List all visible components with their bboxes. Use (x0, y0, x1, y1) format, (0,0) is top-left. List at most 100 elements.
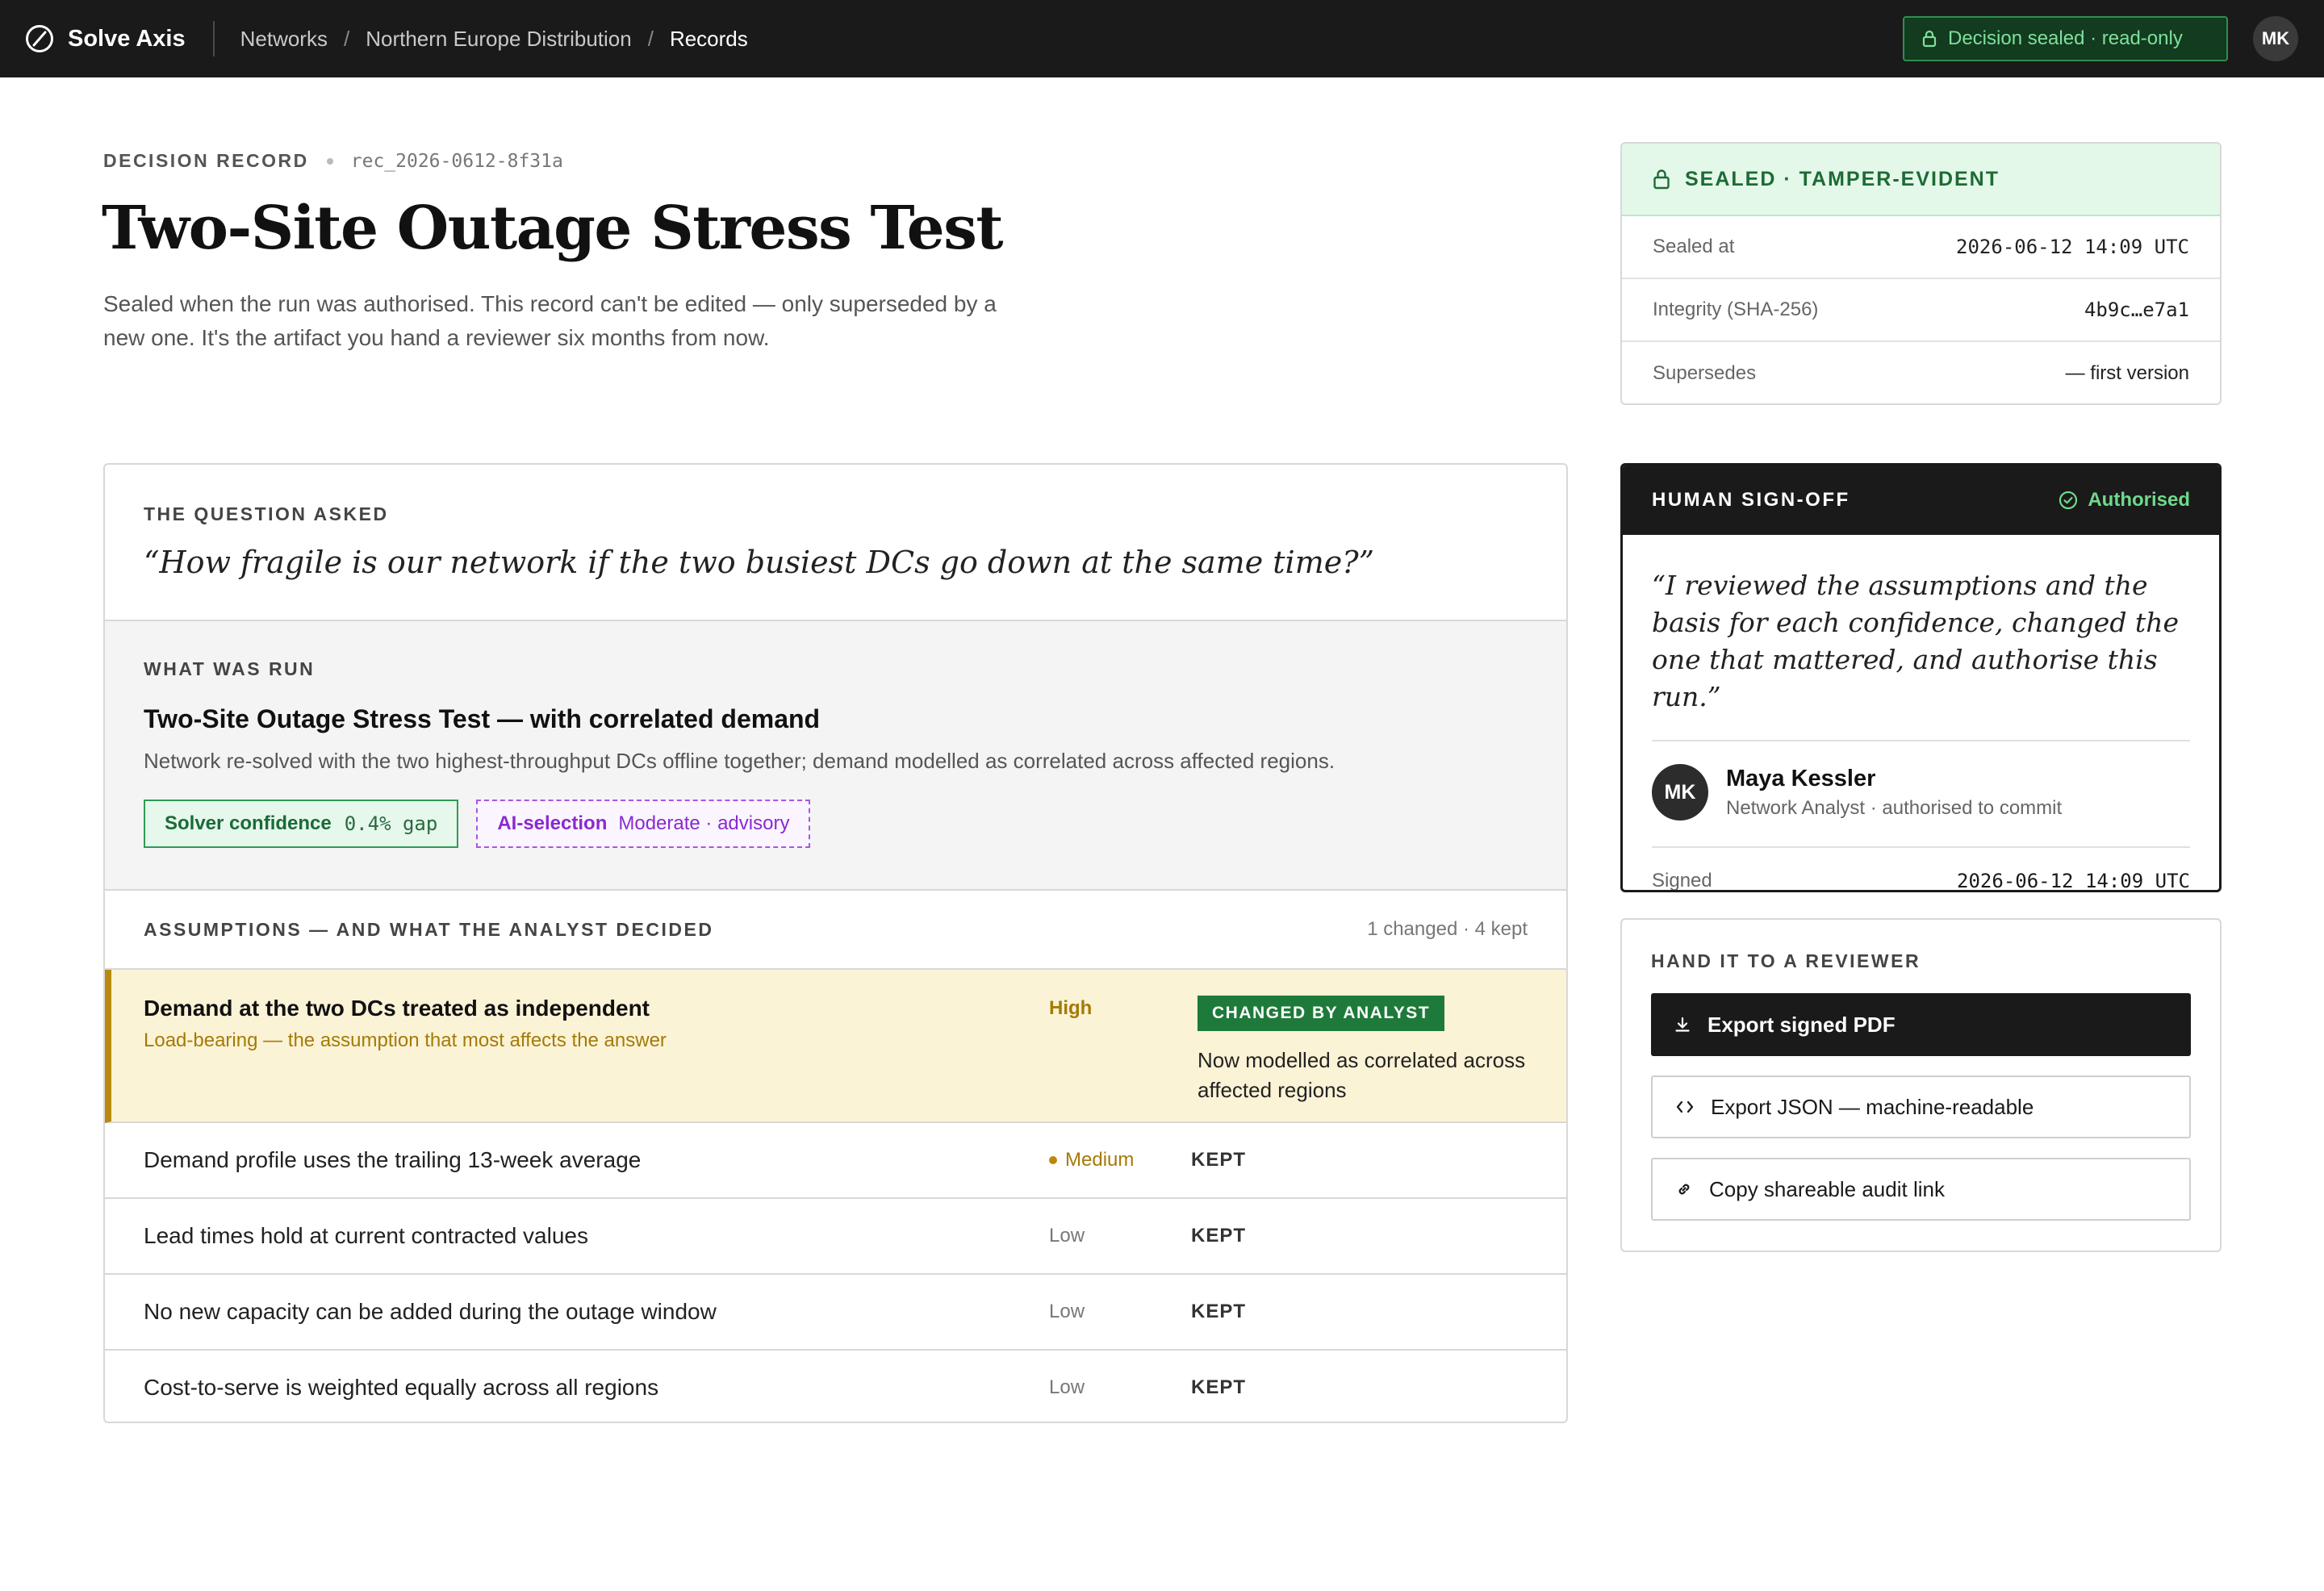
ai-selection-value: Moderate · advisory (618, 812, 790, 834)
signoff-label: HUMAN SIGN-OFF (1652, 489, 1850, 511)
assumption-row[interactable]: Cost-to-serve is weighted equally across… (105, 1351, 1566, 1422)
assumption-row-changed[interactable]: Demand at the two DCs treated as indepen… (105, 970, 1566, 1123)
copy-audit-link-label: Copy shareable audit link (1709, 1176, 1945, 1201)
assumption-subtitle: Load-bearing — the assumption that most … (144, 1029, 667, 1051)
signer-avatar: MK (1652, 764, 1708, 821)
seal-header-text: SEALED · TAMPER-EVIDENT (1685, 167, 2000, 190)
sealed-at-value: 2026-06-12 14:09 UTC (1956, 236, 2189, 258)
assumption-status: KEPT (1191, 1376, 1247, 1398)
eyebrow-dot (326, 157, 333, 165)
link-icon (1678, 1184, 1690, 1195)
sealed-at-row: Sealed at 2026-06-12 14:09 UTC (1622, 216, 2220, 279)
assumption-status: KEPT (1191, 1149, 1247, 1171)
supersedes-label: Supersedes (1653, 362, 1757, 384)
lock-icon (1922, 30, 1937, 48)
page-title: Two-Site Outage Stress Test (102, 194, 1004, 263)
assumption-status: KEPT (1191, 1225, 1247, 1246)
signer-role: Network Analyst · authorised to commit (1726, 796, 2063, 819)
sealed-at-label: Sealed at (1653, 236, 1735, 257)
export-pdf-label: Export signed PDF (1707, 1012, 1896, 1037)
solver-confidence-tag: Solver confidence 0.4% gap (144, 800, 459, 848)
run-section: WHAT WAS RUN Two-Site Outage Stress Test… (105, 621, 1566, 891)
top-bar: Solve Axis Networks / Northern Europe Di… (0, 0, 2324, 77)
user-avatar[interactable]: MK (2253, 16, 2298, 61)
export-json-label: Export JSON — machine-readable (1711, 1094, 2034, 1119)
signoff-quote: “I reviewed the assumptions and the basi… (1652, 567, 2190, 741)
record-type-label: DECISION RECORD (103, 150, 309, 171)
seal-card: SEALED · TAMPER-EVIDENT Sealed at 2026-0… (1620, 142, 2222, 405)
record-main-card: THE QUESTION ASKED “How fragile is our n… (103, 463, 1568, 1423)
brand[interactable]: Solve Axis (24, 23, 186, 54)
assumptions-label: ASSUMPTIONS — AND WHAT THE ANALYST DECID… (144, 918, 714, 940)
human-signoff-card: HUMAN SIGN-OFF Authorised “I reviewed th… (1620, 463, 2222, 892)
solve-axis-logo-icon (26, 25, 53, 52)
breadcrumb-separator: / (343, 26, 350, 51)
assumptions-count: 1 changed · 4 kept (1367, 918, 1528, 940)
integrity-row: Integrity (SHA-256) 4b9c…e7a1 (1622, 279, 2220, 342)
handoff-card: HAND IT TO A REVIEWER Export signed PDF … (1620, 918, 2222, 1252)
medium-dot-icon (1049, 1156, 1057, 1164)
assumption-status: KEPT (1191, 1301, 1247, 1322)
ai-selection-tag: AI-selection Moderate · advisory (476, 800, 811, 848)
copy-audit-link-button[interactable]: Copy shareable audit link (1651, 1158, 2191, 1221)
lock-icon (1653, 169, 1670, 190)
assumption-row[interactable]: No new capacity can be added during the … (105, 1275, 1566, 1351)
signed-row: Signed 2026-06-12 14:09 UTC (1652, 848, 2190, 892)
breadcrumb-network[interactable]: Northern Europe Distribution (366, 27, 632, 52)
export-json-button[interactable]: Export JSON — machine-readable (1651, 1075, 2191, 1138)
solver-confidence-value: 0.4% gap (344, 812, 438, 835)
run-title: Two-Site Outage Stress Test — with corre… (144, 704, 821, 733)
signed-label: Signed (1652, 870, 1712, 892)
assumption-text: Demand profile uses the trailing 13-week… (144, 1147, 642, 1172)
handoff-label: HAND IT TO A REVIEWER (1651, 950, 1921, 971)
ai-selection-label: AI-selection (497, 812, 608, 834)
supersedes-row: Supersedes — first version (1622, 342, 2220, 403)
code-icon (1676, 1100, 1694, 1113)
export-pdf-button[interactable]: Export signed PDF (1651, 993, 2191, 1056)
record-id: rec_2026-0612-8f31a (350, 150, 563, 172)
confidence-tags: Solver confidence 0.4% gap AI-selection … (144, 800, 1528, 848)
assumption-confidence: Low (1049, 1376, 1085, 1398)
assumption-text: Lead times hold at current contracted va… (144, 1223, 588, 1248)
assumption-confidence: Low (1049, 1301, 1085, 1322)
run-description: Network re-solved with the two highest-t… (144, 749, 1335, 773)
run-label: WHAT WAS RUN (144, 658, 316, 679)
signoff-header: HUMAN SIGN-OFF Authorised (1623, 466, 2219, 535)
signed-value: 2026-06-12 14:09 UTC (1957, 870, 2190, 892)
breadcrumb-networks[interactable]: Networks (240, 27, 328, 52)
assumptions-header: ASSUMPTIONS — AND WHAT THE ANALYST DECID… (105, 891, 1566, 970)
breadcrumb-separator: / (647, 26, 654, 51)
breadcrumb: Networks / Northern Europe Distribution … (240, 27, 748, 52)
authorised-badge: Authorised (2059, 489, 2190, 512)
assumption-change-note: Now modelled as correlated across affect… (1198, 1048, 1526, 1102)
assumption-title: Demand at the two DCs treated as indepen… (144, 996, 650, 1021)
page-description: Sealed when the run was authorised. This… (103, 291, 997, 350)
sealed-status-badge: Decision sealed · read-only (1903, 16, 2228, 61)
integrity-hash[interactable]: 4b9c…e7a1 (2084, 299, 2189, 321)
topbar-divider (212, 21, 215, 56)
seal-header: SEALED · TAMPER-EVIDENT (1622, 144, 2220, 216)
assumption-confidence: Medium (1049, 1149, 1134, 1171)
record-eyebrow: DECISION RECORD rec_2026-0612-8f31a (103, 150, 563, 172)
assumption-row[interactable]: Demand profile uses the trailing 13-week… (105, 1123, 1566, 1199)
solver-confidence-label: Solver confidence (165, 812, 332, 834)
assumption-text: Cost-to-serve is weighted equally across… (144, 1375, 659, 1400)
question-text: “How fragile is our network if the two b… (144, 545, 1375, 580)
assumption-text: No new capacity can be added during the … (144, 1299, 717, 1324)
download-icon (1675, 1017, 1690, 1032)
authorised-text: Authorised (2088, 489, 2190, 511)
question-section: THE QUESTION ASKED “How fragile is our n… (105, 465, 1566, 621)
assumption-row[interactable]: Lead times hold at current contracted va… (105, 1199, 1566, 1275)
brand-name: Solve Axis (68, 25, 186, 52)
sealed-status-text: Decision sealed · read-only (1948, 27, 2183, 49)
integrity-label: Integrity (SHA-256) (1653, 299, 1819, 320)
assumption-confidence: High (1049, 997, 1093, 1019)
question-label: THE QUESTION ASKED (144, 503, 389, 524)
changed-by-analyst-badge: CHANGED BY ANALYST (1198, 996, 1445, 1031)
assumption-confidence-value: Medium (1065, 1149, 1135, 1171)
signer-info: Maya Kessler Network Analyst · authorise… (1726, 766, 2062, 820)
signer: MK Maya Kessler Network Analyst · author… (1652, 764, 2190, 848)
breadcrumb-records[interactable]: Records (670, 27, 748, 52)
supersedes-value: — first version (2065, 362, 2189, 384)
assumption-confidence: Low (1049, 1225, 1085, 1246)
